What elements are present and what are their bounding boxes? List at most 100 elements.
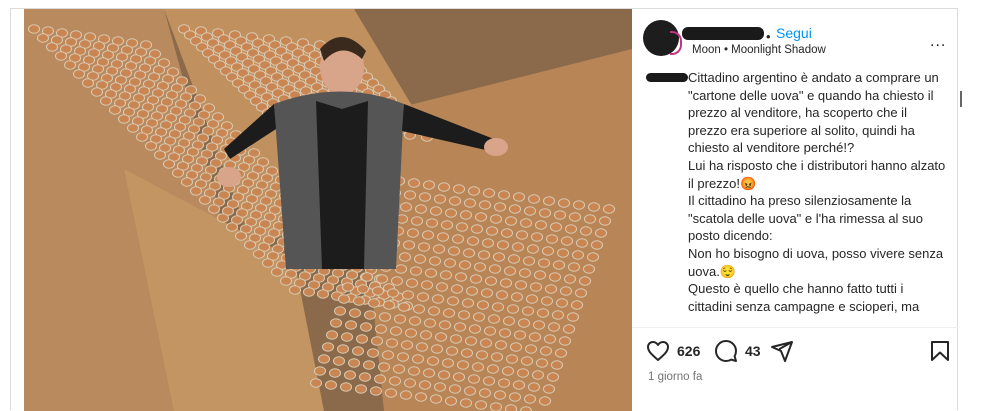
egg bbox=[495, 340, 507, 350]
post-timestamp[interactable]: 1 giorno fa bbox=[648, 371, 702, 383]
egg bbox=[503, 316, 515, 326]
egg bbox=[533, 320, 545, 330]
egg bbox=[422, 230, 434, 240]
egg bbox=[355, 384, 367, 394]
egg bbox=[459, 260, 471, 270]
egg bbox=[424, 318, 436, 328]
egg bbox=[543, 196, 555, 206]
egg bbox=[435, 332, 447, 342]
egg bbox=[546, 234, 558, 244]
egg bbox=[506, 354, 518, 364]
egg bbox=[519, 268, 531, 278]
egg bbox=[163, 159, 175, 169]
egg bbox=[342, 282, 354, 292]
egg bbox=[489, 264, 501, 274]
egg bbox=[528, 382, 540, 392]
egg bbox=[453, 372, 465, 382]
egg bbox=[361, 272, 373, 282]
egg bbox=[445, 208, 457, 218]
share-icon[interactable] bbox=[770, 339, 794, 363]
egg bbox=[452, 234, 464, 244]
egg bbox=[235, 231, 247, 241]
egg bbox=[280, 276, 292, 286]
egg bbox=[391, 276, 403, 286]
egg bbox=[576, 238, 588, 248]
caption-scrollbar[interactable] bbox=[960, 91, 962, 107]
more-options-icon[interactable]: ... bbox=[930, 33, 946, 51]
egg bbox=[534, 270, 546, 280]
egg bbox=[558, 198, 570, 208]
egg bbox=[399, 252, 411, 262]
egg bbox=[346, 270, 358, 280]
egg bbox=[496, 290, 508, 300]
egg bbox=[385, 388, 397, 398]
egg bbox=[505, 404, 517, 411]
egg bbox=[244, 240, 256, 250]
egg bbox=[289, 285, 301, 295]
egg bbox=[460, 398, 472, 408]
egg bbox=[515, 280, 527, 290]
egg bbox=[226, 222, 238, 232]
egg bbox=[340, 382, 352, 392]
egg bbox=[485, 276, 497, 286]
egg bbox=[400, 390, 412, 400]
egg bbox=[55, 51, 67, 61]
egg bbox=[550, 222, 562, 232]
egg bbox=[490, 214, 502, 224]
egg bbox=[466, 286, 478, 296]
man-left-hand bbox=[217, 167, 241, 187]
egg bbox=[521, 356, 533, 366]
egg bbox=[526, 294, 538, 304]
egg bbox=[458, 310, 470, 320]
egg bbox=[552, 310, 564, 320]
egg bbox=[551, 360, 563, 370]
egg bbox=[475, 212, 487, 222]
egg bbox=[436, 282, 448, 292]
egg bbox=[530, 282, 542, 292]
heart-icon[interactable] bbox=[646, 339, 670, 363]
egg bbox=[181, 177, 193, 187]
egg bbox=[345, 320, 357, 330]
redacted-caption-user[interactable] bbox=[646, 73, 688, 82]
redacted-username[interactable] bbox=[682, 27, 764, 40]
egg bbox=[359, 372, 371, 382]
egg bbox=[479, 388, 491, 398]
egg bbox=[438, 370, 450, 380]
egg bbox=[432, 294, 444, 304]
egg bbox=[523, 256, 535, 266]
bookmark-icon[interactable] bbox=[928, 339, 952, 363]
egg bbox=[518, 318, 530, 328]
audio-label[interactable]: Moon • Moonlight Shadow bbox=[692, 44, 826, 56]
egg bbox=[498, 190, 510, 200]
egg bbox=[475, 400, 487, 410]
egg bbox=[91, 87, 103, 97]
egg bbox=[545, 284, 557, 294]
egg bbox=[431, 344, 443, 354]
like-count[interactable]: 626 bbox=[677, 343, 700, 359]
egg bbox=[118, 114, 130, 124]
egg bbox=[541, 296, 553, 306]
post-photo[interactable] bbox=[24, 9, 632, 411]
egg bbox=[349, 308, 361, 318]
egg bbox=[449, 384, 461, 394]
egg bbox=[418, 242, 430, 252]
comment-icon[interactable] bbox=[714, 339, 738, 363]
egg bbox=[303, 287, 315, 297]
egg bbox=[338, 294, 350, 304]
egg bbox=[415, 204, 427, 214]
egg bbox=[603, 204, 615, 214]
egg bbox=[145, 141, 157, 151]
egg bbox=[415, 392, 427, 402]
egg bbox=[398, 302, 410, 312]
egg bbox=[374, 374, 386, 384]
follow-button[interactable]: Segui bbox=[776, 25, 812, 41]
egg bbox=[527, 244, 539, 254]
post-caption: Cittadino argentino è andato a comprare … bbox=[688, 70, 946, 314]
egg bbox=[542, 246, 554, 256]
egg bbox=[82, 78, 94, 88]
egg bbox=[414, 254, 426, 264]
comment-count[interactable]: 43 bbox=[745, 343, 761, 359]
egg bbox=[411, 216, 423, 226]
egg bbox=[430, 206, 442, 216]
egg bbox=[553, 260, 565, 270]
